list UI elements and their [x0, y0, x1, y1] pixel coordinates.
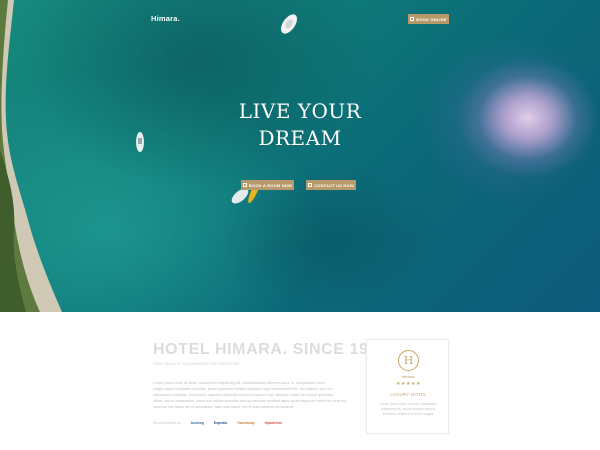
about-title: HOTEL HIMARA. SINCE 1996 — [153, 341, 388, 358]
luxury-hotel-label: LUXURY HOTEL — [390, 392, 427, 397]
calendar-icon — [242, 183, 247, 187]
hotel-emblem-icon: H — [398, 350, 419, 371]
contact-us-button[interactable]: CONTACT US NOW — [306, 180, 356, 190]
hero-title-line1: LIVE YOUR — [238, 99, 362, 123]
book-online-label: BOOK ONLINE — [416, 16, 447, 22]
star-rating: ★★★★★ — [396, 381, 421, 387]
hotel-card: H Himara. ★★★★★ LUXURY HOTEL Lorem ipsum… — [366, 339, 449, 434]
partners-label: Recommended on — [153, 421, 181, 425]
hero-title-line2: DREAM — [258, 126, 342, 150]
partner-logo-expedia[interactable]: Expedia — [214, 421, 227, 425]
partner-logo-travelocity[interactable]: Travelocity — [237, 421, 255, 425]
about-subtitle: HIGH QUALITY ACCOMMODATION SERVICES — [153, 362, 240, 366]
contact-us-label: CONTACT US NOW — [314, 182, 354, 188]
card-description: Lorem ipsum dolor sit amet, consectetur … — [380, 402, 437, 416]
hero-banner: Himara. BOOK ONLINE LIVE YOUR DREAM BOOK… — [0, 0, 600, 312]
boat-top — [281, 14, 297, 34]
book-room-label: BOOK A ROOM NOW — [248, 182, 293, 188]
partners-row: Recommended on booking Expedia Traveloci… — [153, 421, 353, 425]
brand-logo[interactable]: Himara. — [151, 14, 180, 23]
book-online-button[interactable]: BOOK ONLINE — [408, 14, 449, 24]
calendar-icon — [410, 17, 415, 21]
about-paragraph: Lorem ipsum dolor sit amet, consectetur … — [153, 380, 360, 410]
shoreline-image — [0, 0, 62, 312]
about-paragraph-line: ipsum se iste fantur aut et accusantur. … — [153, 405, 295, 409]
book-room-button[interactable]: BOOK A ROOM NOW — [241, 180, 294, 190]
partner-logo-tripadvisor[interactable]: tripadvisor — [265, 421, 283, 425]
hero-title: LIVE YOUR DREAM — [0, 98, 600, 152]
partner-logo-booking[interactable]: booking — [191, 421, 204, 425]
card-hotel-name: Himara. — [401, 374, 416, 379]
envelope-icon — [308, 183, 313, 187]
